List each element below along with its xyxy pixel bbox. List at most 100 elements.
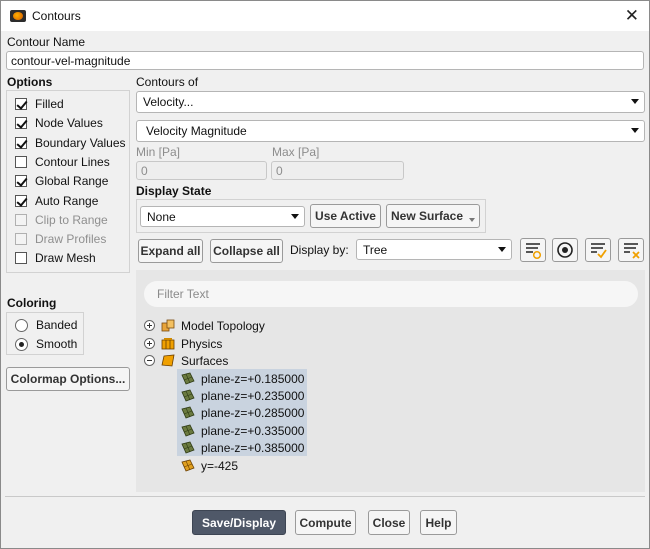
contours-of-quantity-dropdown[interactable]: Velocity Magnitude xyxy=(136,120,645,142)
display-by-dropdown[interactable]: Tree xyxy=(356,239,512,260)
physics-icon xyxy=(161,338,175,350)
surface-mesh-icon xyxy=(181,441,195,454)
radio-circle xyxy=(15,337,28,351)
filled-label: Filled xyxy=(35,97,64,111)
dropdown-arrow-icon xyxy=(498,246,506,252)
footer-divider xyxy=(5,496,645,497)
draw-profiles-checkbox: Draw Profiles xyxy=(15,231,106,247)
contour-lines-checkbox[interactable]: Contour Lines xyxy=(15,154,110,170)
surfaces-icon xyxy=(161,354,175,367)
checkbox-box xyxy=(15,117,27,129)
dropdown-arrow-icon xyxy=(291,213,299,219)
surface-label: plane-z=+0.235000 xyxy=(201,388,305,403)
dropdown-arrow-icon xyxy=(631,99,639,104)
checkbox-box xyxy=(15,98,27,110)
banded-radio[interactable]: Banded xyxy=(15,317,77,333)
use-active-button[interactable]: Use Active xyxy=(310,204,381,228)
select-all-button[interactable] xyxy=(585,238,611,262)
draw-profiles-label: Draw Profiles xyxy=(35,232,107,246)
target-icon xyxy=(557,242,573,258)
close-icon[interactable]: ✕ xyxy=(625,6,639,26)
coloring-heading: Coloring xyxy=(7,296,57,310)
contours-of-category-dropdown[interactable]: Velocity... xyxy=(136,91,645,113)
boundary-values-checkbox[interactable]: Boundary Values xyxy=(15,135,126,151)
tree-item-surface[interactable]: plane-z=+0.335000 xyxy=(181,422,304,439)
checkbox-box xyxy=(15,175,27,187)
tree-item-surface[interactable]: plane-z=+0.285000 xyxy=(181,404,304,421)
filter-text-input[interactable]: Filter Text xyxy=(144,281,638,307)
physics-label: Physics xyxy=(181,336,223,351)
contour-lines-label: Contour Lines xyxy=(35,155,110,169)
list-filter-icon xyxy=(526,243,542,260)
display-state-heading: Display State xyxy=(136,184,212,198)
min-field: 0 xyxy=(136,161,267,180)
surface-label: plane-z=+0.185000 xyxy=(201,371,305,386)
tree-item-surface[interactable]: y=-425 xyxy=(181,457,238,474)
min-label: Min [Pa] xyxy=(136,145,181,159)
surface-mesh-icon xyxy=(181,459,195,472)
auto-range-label: Auto Range xyxy=(35,194,99,208)
max-field: 0 xyxy=(271,161,404,180)
clip-to-range-label: Clip to Range xyxy=(35,213,108,227)
save-display-button[interactable]: Save/Display xyxy=(192,510,286,535)
expand-icon[interactable] xyxy=(144,320,155,331)
display-by-value: Tree xyxy=(363,242,388,257)
checkbox-box xyxy=(15,214,27,226)
contours-of-label: Contours of xyxy=(136,75,199,89)
surface-label: y=-425 xyxy=(201,458,239,473)
options-group: Filled Node Values Boundary Values Conto… xyxy=(6,90,130,273)
expand-icon[interactable] xyxy=(144,338,155,349)
tree-node-physics[interactable]: Physics xyxy=(144,335,222,352)
filled-checkbox[interactable]: Filled xyxy=(15,96,64,112)
surface-mesh-icon xyxy=(181,372,195,385)
checkbox-box xyxy=(15,233,27,245)
model-topology-icon xyxy=(161,319,175,332)
expand-all-button[interactable]: Expand all xyxy=(138,239,203,263)
window-title: Contours xyxy=(32,9,81,23)
category-value: Velocity... xyxy=(143,95,194,109)
display-state-dropdown[interactable]: None xyxy=(140,206,305,227)
surface-mesh-icon xyxy=(181,406,195,419)
contour-name-field[interactable]: contour-vel-magnitude xyxy=(6,51,644,70)
boundary-values-label: Boundary Values xyxy=(35,136,126,150)
surface-mesh-icon xyxy=(181,389,195,402)
checkbox-box xyxy=(15,137,27,149)
fluent-app-icon xyxy=(10,10,26,22)
new-surface-label: New Surface xyxy=(391,209,464,223)
max-label: Max [Pa] xyxy=(272,145,320,159)
select-target-button[interactable] xyxy=(552,238,578,262)
tree-item-surface[interactable]: plane-z=+0.235000 xyxy=(181,387,304,404)
list-check-icon xyxy=(591,243,607,259)
auto-range-checkbox[interactable]: Auto Range xyxy=(15,193,98,209)
collapse-all-button[interactable]: Collapse all xyxy=(210,239,283,263)
global-range-checkbox[interactable]: Global Range xyxy=(15,173,108,189)
surface-label: plane-z=+0.335000 xyxy=(201,423,305,438)
tree-node-model-topology[interactable]: Model Topology xyxy=(144,317,265,334)
draw-mesh-checkbox[interactable]: Draw Mesh xyxy=(15,250,96,266)
menu-arrow-icon xyxy=(469,218,475,222)
smooth-radio[interactable]: Smooth xyxy=(15,336,77,352)
tree-node-surfaces[interactable]: Surfaces xyxy=(144,352,228,369)
new-surface-button[interactable]: New Surface xyxy=(386,204,480,228)
collapse-icon[interactable] xyxy=(144,355,155,366)
contour-name-label: Contour Name xyxy=(7,35,86,49)
filter-list-button[interactable] xyxy=(520,238,546,262)
tree-item-surface[interactable]: plane-z=+0.385000 xyxy=(181,439,304,456)
deselect-all-button[interactable] xyxy=(618,238,644,262)
surface-label: plane-z=+0.385000 xyxy=(201,440,305,455)
node-values-checkbox[interactable]: Node Values xyxy=(15,115,103,131)
close-button[interactable]: Close xyxy=(368,510,410,535)
radio-circle xyxy=(15,318,28,332)
model-topology-label: Model Topology xyxy=(181,318,265,333)
tree-item-surface[interactable]: plane-z=+0.185000 xyxy=(181,370,304,387)
compute-button[interactable]: Compute xyxy=(295,510,356,535)
node-values-label: Node Values xyxy=(35,116,103,130)
display-state-value: None xyxy=(147,209,176,224)
quantity-value: Velocity Magnitude xyxy=(146,124,247,138)
help-button[interactable]: Help xyxy=(420,510,457,535)
display-by-label: Display by: xyxy=(290,243,349,257)
coloring-group: Banded Smooth xyxy=(6,312,84,355)
surfaces-label: Surfaces xyxy=(181,353,229,368)
checkbox-box xyxy=(15,156,27,168)
colormap-options-button[interactable]: Colormap Options... xyxy=(6,367,130,391)
